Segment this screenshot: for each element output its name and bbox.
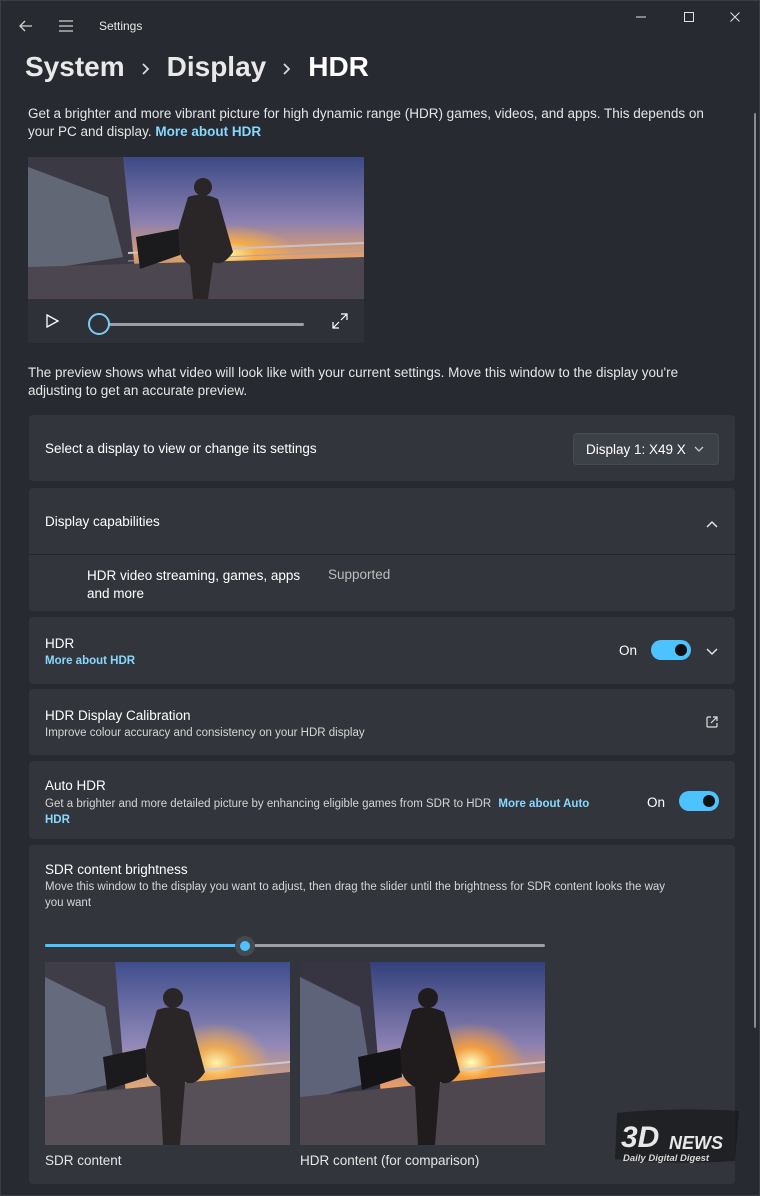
auto-hdr-more-link[interactable]: More about Auto xyxy=(498,798,589,810)
intro-text: Get a brighter and more vibrant picture … xyxy=(28,105,728,141)
sdr-brightness-subtitle: Move this window to the display you want… xyxy=(45,879,725,911)
auto-hdr-more-link-cont[interactable]: HDR xyxy=(45,814,70,826)
sdr-content-preview xyxy=(45,962,290,1145)
display-select-card: Select a display to view or change its s… xyxy=(29,415,735,481)
minimize-icon[interactable] xyxy=(619,7,663,31)
display-capabilities-title: Display capabilities xyxy=(45,514,160,529)
sdr-brightness-slider-thumb[interactable] xyxy=(235,936,255,956)
capability-name-line1: HDR video streaming, games, apps xyxy=(87,568,301,583)
hdr-calibration-title: HDR Display Calibration xyxy=(45,708,191,723)
svg-text:3D: 3D xyxy=(621,1121,659,1154)
auto-hdr-subtitle: Get a brighter and more detailed picture… xyxy=(45,798,492,810)
maximize-icon[interactable] xyxy=(667,7,711,31)
auto-hdr-title: Auto HDR xyxy=(45,778,106,793)
video-controls xyxy=(28,299,364,343)
auto-hdr-toggle-state: On xyxy=(647,795,666,810)
back-arrow-icon[interactable] xyxy=(15,15,37,37)
display-dropdown-value: Display 1: X49 X xyxy=(586,442,686,457)
external-link-icon[interactable] xyxy=(705,715,719,734)
3dnews-watermark-logo: 3D NEWS Daily Digital Digest xyxy=(613,1105,743,1167)
svg-text:Daily Digital Digest: Daily Digital Digest xyxy=(623,1153,710,1164)
sdr-brightness-title: SDR content brightness xyxy=(45,862,188,877)
auto-hdr-card: Auto HDR Get a brighter and more detaile… xyxy=(29,761,735,839)
more-about-hdr-link[interactable]: More about HDR xyxy=(155,124,261,139)
auto-hdr-description: Get a brighter and more detailed picture… xyxy=(45,796,635,828)
title-bar: Settings xyxy=(1,1,759,49)
capability-name-line2: and more xyxy=(87,586,145,601)
svg-text:NEWS: NEWS xyxy=(669,1133,723,1153)
chevron-down-icon[interactable] xyxy=(705,644,719,662)
divider xyxy=(29,554,735,555)
settings-window: Settings System Display HDR Get a bright… xyxy=(0,0,760,1196)
video-frame xyxy=(28,157,364,299)
hdr-calibration-card[interactable]: HDR Display Calibration Improve colour a… xyxy=(29,689,735,755)
display-capabilities-card: Display capabilities HDR video streaming… xyxy=(29,488,735,611)
breadcrumb: System Display HDR xyxy=(25,47,369,87)
sdr-content-caption: SDR content xyxy=(45,1153,122,1168)
hdr-toggle-state: On xyxy=(619,643,638,658)
window-title: Settings xyxy=(99,19,143,33)
hdr-calibration-subtitle: Improve colour accuracy and consistency … xyxy=(45,727,365,739)
close-icon[interactable] xyxy=(713,7,757,31)
hdr-title: HDR xyxy=(45,636,75,651)
breadcrumb-display[interactable]: Display xyxy=(167,51,267,83)
hdr-content-preview xyxy=(300,962,545,1145)
hdr-toggle[interactable] xyxy=(651,640,691,660)
video-seek-track[interactable] xyxy=(98,323,304,326)
sdr-brightness-subtitle-line1: Move this window to the display you want… xyxy=(45,881,666,893)
hamburger-menu-icon[interactable] xyxy=(55,15,77,37)
scrollbar-thumb[interactable] xyxy=(754,113,756,1028)
hdr-more-link[interactable]: More about HDR xyxy=(45,655,135,667)
video-seek-thumb[interactable] xyxy=(88,313,110,335)
play-icon[interactable] xyxy=(44,313,60,334)
hdr-card: HDR More about HDR On xyxy=(29,617,735,684)
breadcrumb-hdr: HDR xyxy=(308,51,369,82)
breadcrumb-system[interactable]: System xyxy=(25,51,125,83)
fullscreen-icon[interactable] xyxy=(331,312,349,335)
display-dropdown[interactable]: Display 1: X49 X xyxy=(573,433,719,465)
capability-name: HDR video streaming, games, apps and mor… xyxy=(87,567,300,603)
preview-note: The preview shows what video will look l… xyxy=(28,365,679,398)
hdr-video-preview xyxy=(28,157,364,343)
sdr-brightness-slider-fill xyxy=(45,944,245,947)
chevron-down-icon xyxy=(694,446,704,452)
hdr-content-caption: HDR content (for comparison) xyxy=(300,1153,480,1168)
capability-status: Supported xyxy=(328,567,391,582)
intro-description: Get a brighter and more vibrant picture … xyxy=(28,106,704,139)
display-select-label: Select a display to view or change its s… xyxy=(45,441,317,456)
chevron-right-icon xyxy=(141,51,151,83)
chevron-right-icon xyxy=(282,51,292,83)
chevron-up-icon[interactable] xyxy=(705,516,719,534)
sdr-brightness-subtitle-line2: you want xyxy=(45,897,92,909)
auto-hdr-toggle[interactable] xyxy=(679,791,719,811)
